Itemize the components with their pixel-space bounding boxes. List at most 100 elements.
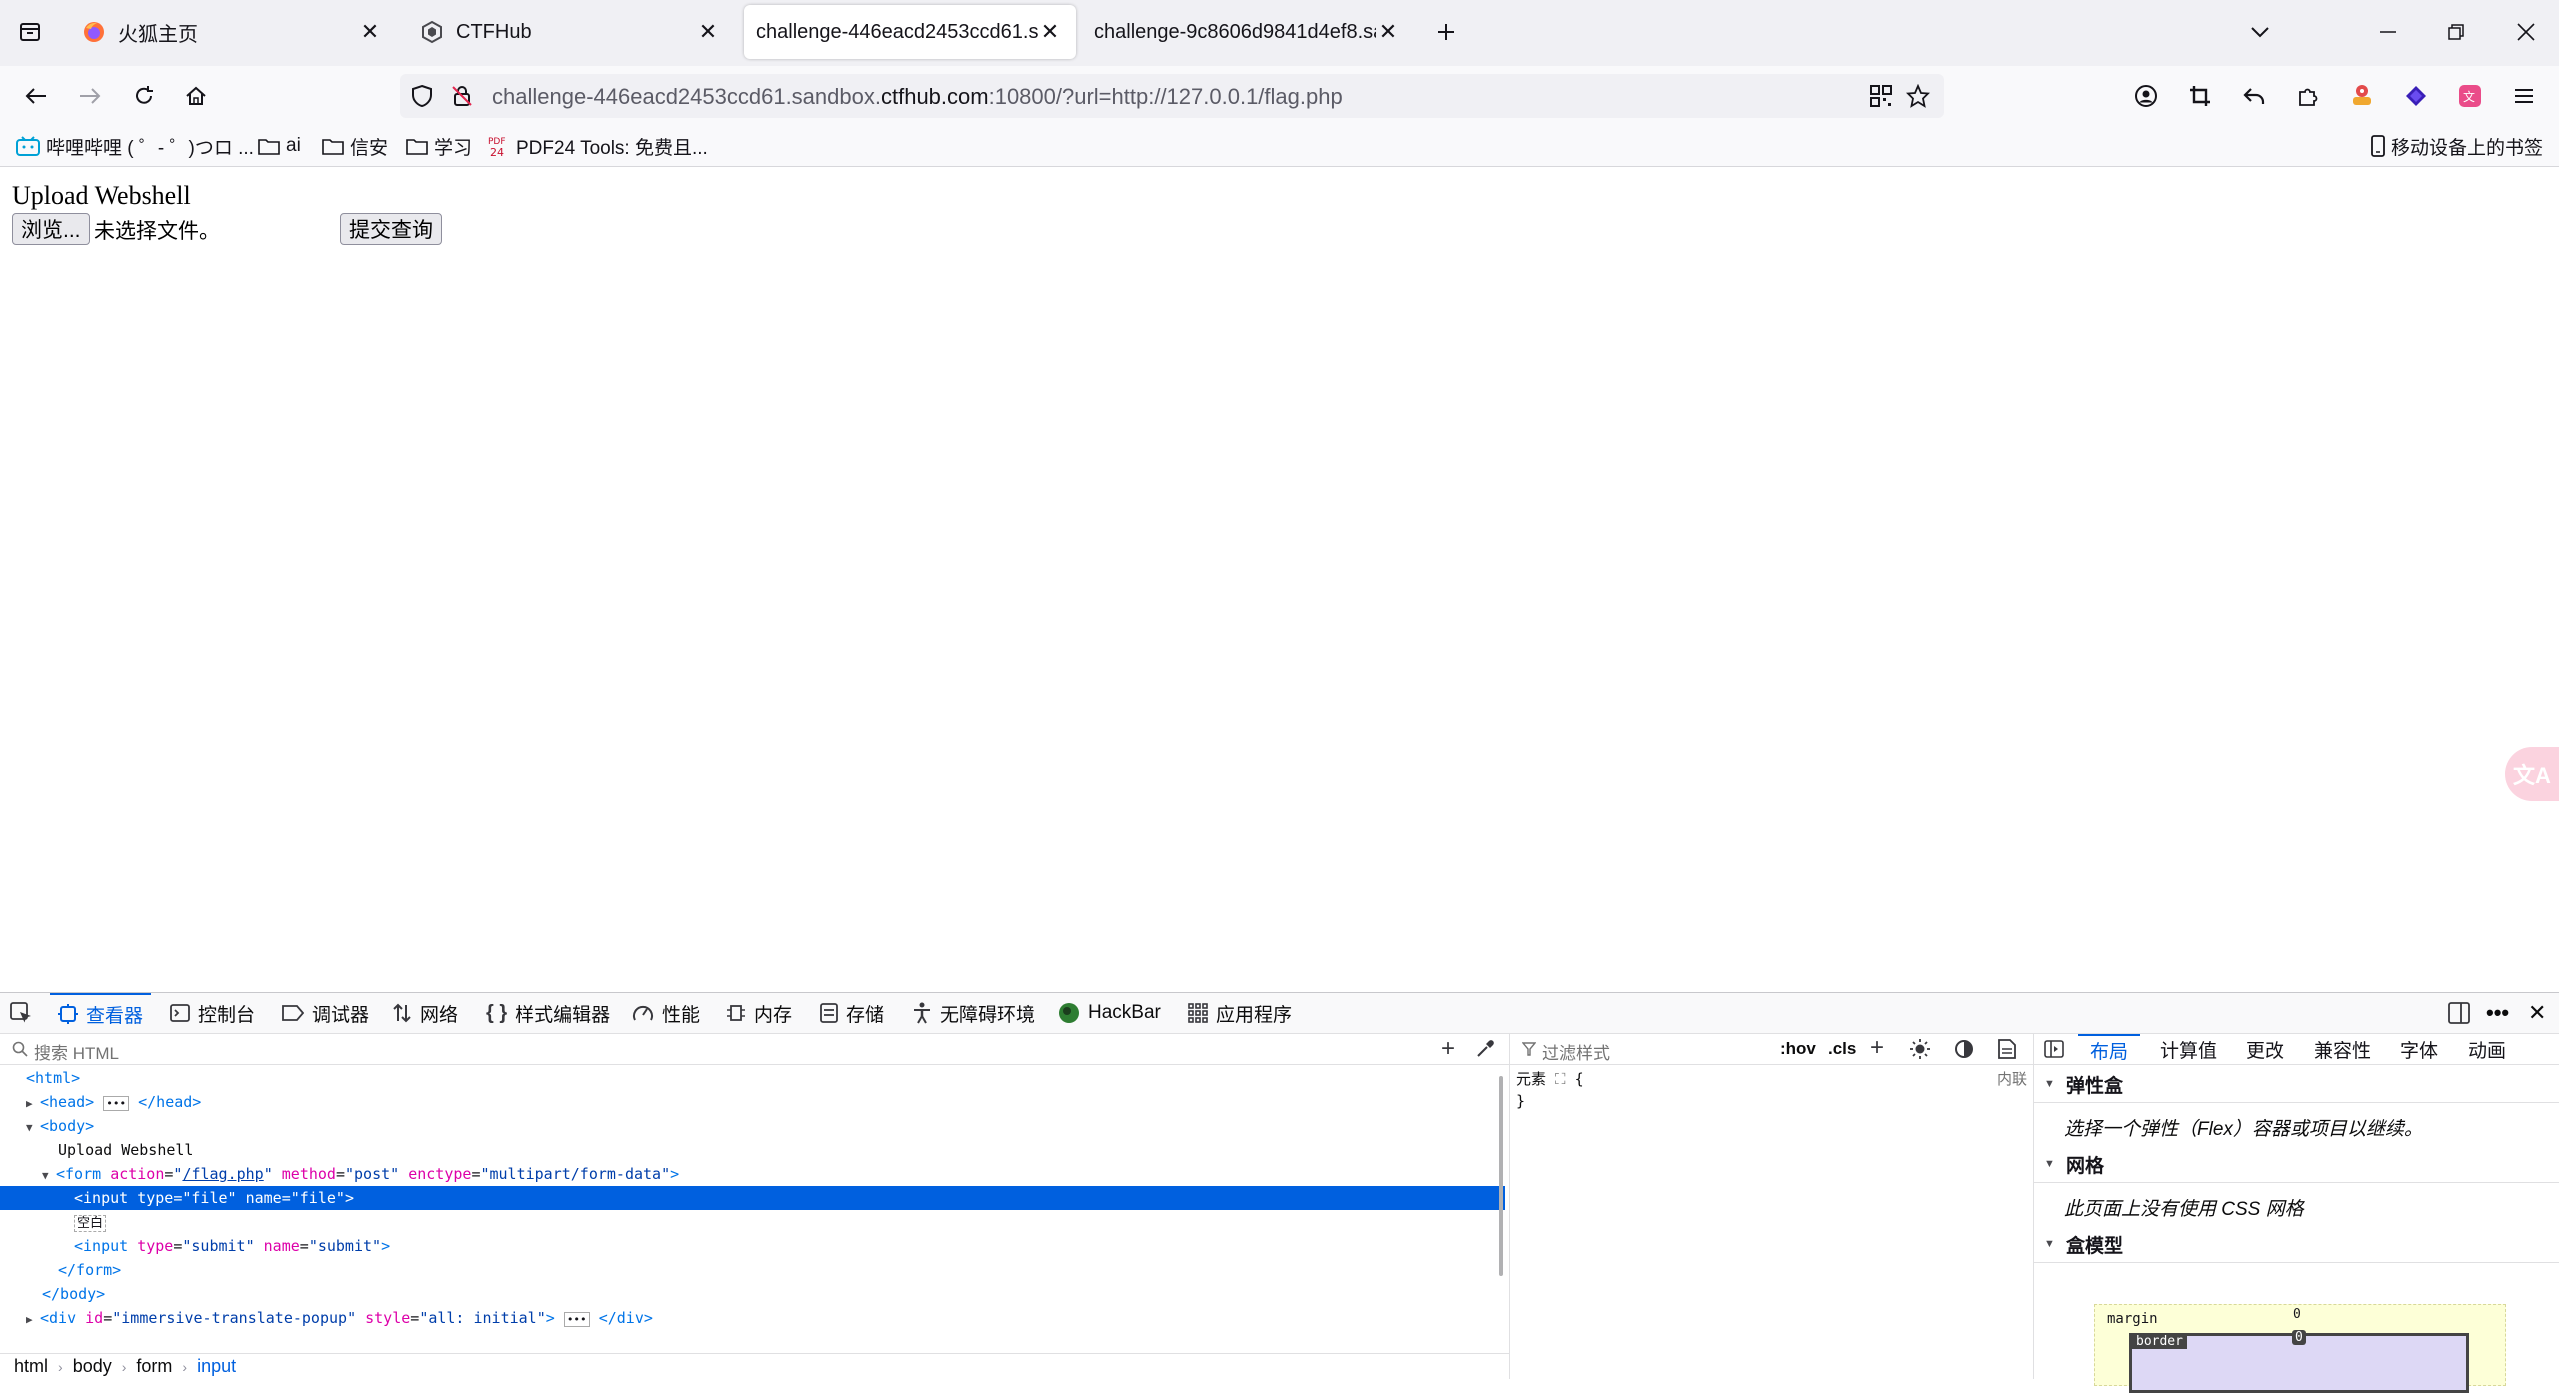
collapsed-ellipsis-badge[interactable]: ••• xyxy=(563,1312,590,1327)
tree-node-form[interactable]: ▼ <form action="/flag.php" method="post" … xyxy=(0,1162,1505,1186)
close-tab-icon[interactable]: ✕ xyxy=(358,19,382,44)
sidebar-tab-fonts[interactable]: 字体 xyxy=(2400,1034,2438,1064)
tree-node-whitespace[interactable]: 空白 xyxy=(0,1210,1505,1234)
close-tab-icon[interactable]: ✕ xyxy=(1038,19,1062,44)
box-model-diagram[interactable]: margin 0 border 0 xyxy=(2094,1304,2506,1393)
devtools-tab-application[interactable]: 应用程序 xyxy=(1188,993,1292,1033)
sidebar-tab-layout[interactable]: 布局 xyxy=(2078,1034,2141,1064)
flexbox-section-header[interactable]: ▼ 弹性盒 xyxy=(2034,1066,2559,1103)
restore-icon[interactable] xyxy=(2432,8,2480,56)
collapse-triangle-icon[interactable]: ▼ xyxy=(42,1164,56,1188)
insecure-lock-icon[interactable] xyxy=(450,84,474,108)
tab-challenge-active[interactable]: challenge-446eacd2453ccd61.sa ✕ xyxy=(744,5,1076,59)
devtools-tab-performance[interactable]: 性能 xyxy=(632,993,700,1033)
breadcrumb-html[interactable]: html xyxy=(14,1356,48,1377)
bookmark-pdf24[interactable]: PDF 24 PDF24 Tools: 免费且... xyxy=(488,132,708,160)
tree-node-input-submit[interactable]: <input type="submit" name="submit"> xyxy=(0,1234,1505,1258)
border-box[interactable]: border 0 xyxy=(2129,1330,2469,1393)
back-arrow-icon[interactable] xyxy=(18,78,54,114)
home-icon[interactable] xyxy=(178,78,214,114)
devtools-tab-accessibility[interactable]: 无障碍环境 xyxy=(912,993,1035,1033)
list-all-tabs-icon[interactable] xyxy=(6,8,54,56)
translate-extension-icon[interactable]: 文 xyxy=(2452,78,2488,114)
sidebar-tab-compatibility[interactable]: 兼容性 xyxy=(2314,1034,2371,1064)
floating-translate-icon[interactable]: 文A xyxy=(2505,747,2559,801)
html-search-bar[interactable]: 搜索 HTML + xyxy=(0,1034,1509,1065)
expand-triangle-icon[interactable]: ▶ xyxy=(26,1308,40,1332)
add-rule-plus-icon[interactable]: + xyxy=(1870,1034,1884,1062)
toggle-panel-icon[interactable] xyxy=(2044,1040,2064,1058)
tracking-protection-shield-icon[interactable] xyxy=(410,84,434,108)
bookmark-bilibili[interactable]: 哔哩哔哩 ( ゜- ゜)つロ ... xyxy=(16,132,254,160)
devtools-tab-console[interactable]: 控制台 xyxy=(170,993,255,1033)
tab-ctfhub[interactable]: CTFHub ✕ xyxy=(406,5,734,59)
attr-value-link[interactable]: /flag.php xyxy=(182,1165,263,1183)
tab-overflow-chevron-down-icon[interactable] xyxy=(2236,8,2284,56)
tree-scrollbar[interactable] xyxy=(1499,1076,1503,1276)
extension-fox-icon[interactable] xyxy=(2344,78,2380,114)
qr-code-icon[interactable] xyxy=(1870,85,1892,107)
extension-diamond-icon[interactable] xyxy=(2398,78,2434,114)
dock-side-icon[interactable] xyxy=(2448,993,2470,1033)
collapsed-ellipsis-badge[interactable]: ••• xyxy=(103,1096,130,1111)
tree-node-input-file-selected[interactable]: <input type="file" name="file"> xyxy=(0,1186,1505,1210)
close-window-icon[interactable] xyxy=(2502,8,2550,56)
devtools-tab-memory[interactable]: 内存 xyxy=(726,993,792,1033)
bookmark-star-icon[interactable] xyxy=(1906,84,1930,108)
devtools-tab-network[interactable]: 网络 xyxy=(392,993,458,1033)
add-node-plus-icon[interactable]: + xyxy=(1441,1035,1455,1063)
hamburger-menu-icon[interactable] xyxy=(2506,78,2542,114)
cls-toggle-button[interactable]: .cls xyxy=(1828,1039,1856,1059)
devtools-tab-storage[interactable]: 存储 xyxy=(820,993,884,1033)
light-mode-sun-icon[interactable] xyxy=(1910,1039,1930,1059)
rules-filter-bar[interactable]: 过滤样式 :hov .cls + xyxy=(1510,1034,2033,1065)
margin-top-value[interactable]: 0 xyxy=(2293,1307,2301,1322)
undo-arrow-icon[interactable] xyxy=(2236,78,2272,114)
devtools-tab-style-editor[interactable]: { } 样式编辑器 xyxy=(486,993,610,1033)
collapse-triangle-icon[interactable]: ▼ xyxy=(26,1116,40,1140)
reload-icon[interactable] xyxy=(126,78,162,114)
screenshot-crop-icon[interactable] xyxy=(2182,78,2218,114)
new-tab-plus-icon[interactable] xyxy=(1422,8,1470,56)
close-tab-icon[interactable]: ✕ xyxy=(1376,19,1400,44)
tab-firefox-home[interactable]: 火狐主页 ✕ xyxy=(68,5,396,59)
close-tab-icon[interactable]: ✕ xyxy=(696,19,720,44)
forward-arrow-icon[interactable] xyxy=(72,78,108,114)
tab-challenge-2[interactable]: challenge-9c8606d9841d4ef8.sa ✕ xyxy=(1082,5,1414,59)
tree-node-div-translate[interactable]: ▶ <div id="immersive-translate-popup" sty… xyxy=(0,1306,1505,1330)
element-rule[interactable]: 元素 ⛶ { } xyxy=(1516,1068,1584,1112)
devtools-tab-hackbar[interactable]: HackBar xyxy=(1058,993,1161,1033)
breadcrumb-form[interactable]: form xyxy=(136,1356,172,1377)
tree-node-body[interactable]: ▼ <body> xyxy=(0,1114,1505,1138)
sidebar-tab-computed[interactable]: 计算值 xyxy=(2160,1034,2217,1064)
devtools-tab-inspector[interactable]: 查看器 xyxy=(50,993,152,1033)
more-options-icon[interactable]: ••• xyxy=(2486,993,2509,1033)
tree-node-head[interactable]: ▶ <head> ••• </head> xyxy=(0,1090,1505,1114)
minimize-icon[interactable] xyxy=(2364,8,2412,56)
border-top-value[interactable]: 0 xyxy=(2292,1330,2306,1345)
element-picker-icon[interactable] xyxy=(10,993,32,1033)
grid-section-header[interactable]: ▼ 网格 xyxy=(2034,1146,2559,1183)
bookmark-folder-xinan[interactable]: 信安 xyxy=(322,132,388,160)
sidebar-tab-changes[interactable]: 更改 xyxy=(2246,1034,2284,1064)
mobile-bookmarks[interactable]: 移动设备上的书签 xyxy=(2371,132,2543,160)
bookmark-folder-xuexi[interactable]: 学习 xyxy=(406,132,472,160)
breadcrumb-input[interactable]: input xyxy=(197,1356,236,1377)
submit-query-button[interactable]: 提交查询 xyxy=(340,213,442,245)
tree-node-body-close[interactable]: </body> xyxy=(0,1282,1505,1306)
tree-node-form-close[interactable]: </form> xyxy=(0,1258,1505,1282)
boxmodel-section-header[interactable]: ▼ 盒模型 xyxy=(2034,1226,2559,1263)
sidebar-tab-animations[interactable]: 动画 xyxy=(2468,1034,2506,1064)
expand-triangle-icon[interactable]: ▶ xyxy=(26,1092,40,1116)
address-bar[interactable]: challenge-446eacd2453ccd61.sandbox.ctfhu… xyxy=(400,74,1944,118)
eyedropper-icon[interactable] xyxy=(1475,1039,1495,1059)
tree-node-html[interactable]: <html> xyxy=(0,1066,1505,1090)
breadcrumb-body[interactable]: body xyxy=(73,1356,112,1377)
url-text[interactable]: challenge-446eacd2453ccd61.sandbox.ctfhu… xyxy=(492,84,1343,110)
highlight-selector-icon[interactable]: ⛶ xyxy=(1555,1070,1566,1088)
browse-file-button[interactable]: 浏览... xyxy=(12,213,90,245)
extensions-puzzle-icon[interactable] xyxy=(2290,78,2326,114)
account-icon[interactable] xyxy=(2128,78,2164,114)
devtools-tab-debugger[interactable]: 调试器 xyxy=(282,993,369,1033)
tree-node-text[interactable]: Upload Webshell xyxy=(0,1138,1505,1162)
